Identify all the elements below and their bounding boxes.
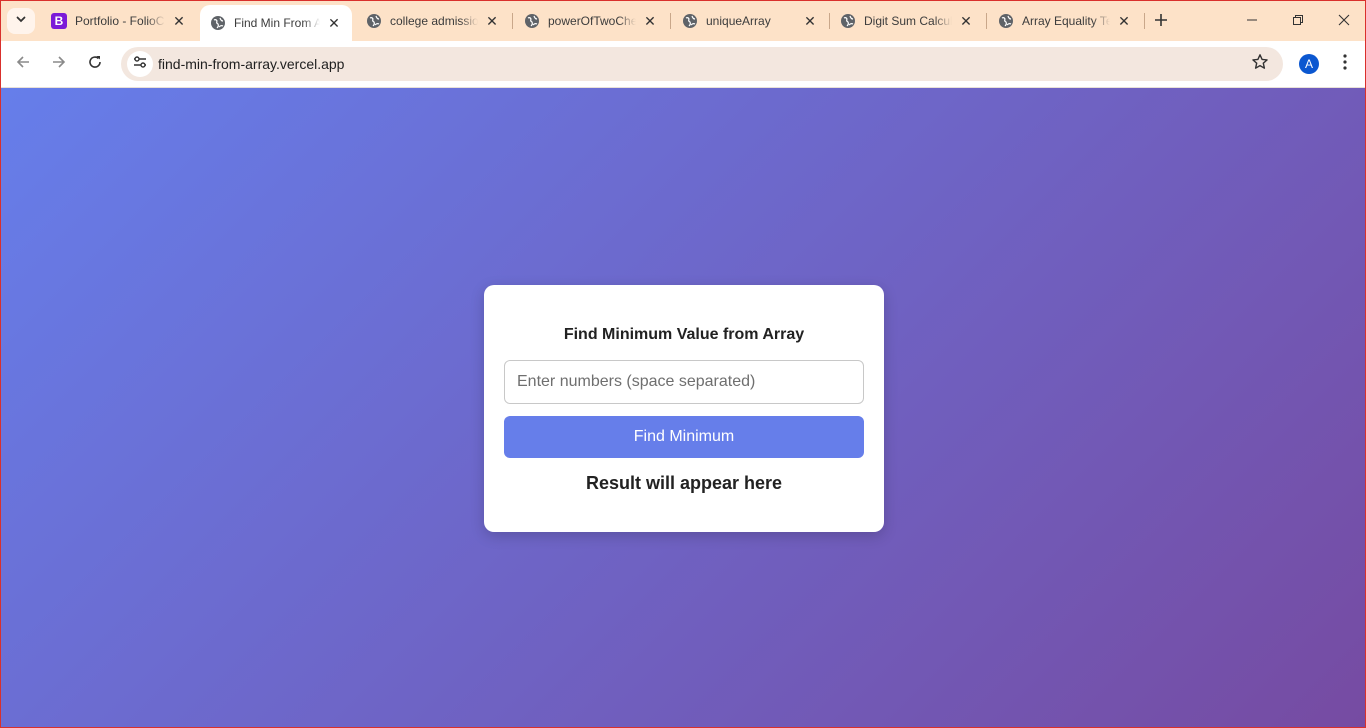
close-icon[interactable]: ✕ [642, 13, 658, 29]
browser-menu-button[interactable] [1333, 52, 1357, 76]
tab-unique-array[interactable]: uniqueArray ✕ [672, 7, 828, 35]
browser-window: B Portfolio - FolioC ✕ Find Min From Arr… [0, 0, 1366, 728]
tab-array-equality[interactable]: Array Equality Test ✕ [988, 7, 1142, 35]
tab-title: powerOfTwoChecker [548, 14, 636, 28]
window-close-button[interactable] [1321, 1, 1365, 41]
numbers-input[interactable] [504, 360, 864, 404]
tab-title: college admission [390, 14, 478, 28]
tab-title: Find Min From Array [234, 16, 320, 30]
minimize-icon [1246, 13, 1258, 29]
tab-search-button[interactable] [7, 8, 35, 34]
globe-icon [210, 15, 226, 31]
address-bar[interactable]: find-min-from-array.vercel.app [121, 47, 1283, 81]
close-icon[interactable]: ✕ [171, 13, 187, 29]
tab-find-min[interactable]: Find Min From Array ✕ [200, 5, 352, 41]
url-text: find-min-from-array.vercel.app [158, 56, 345, 72]
new-tab-button[interactable] [1149, 9, 1173, 33]
chevron-down-icon [15, 12, 27, 30]
globe-icon [682, 13, 698, 29]
min-finder-card: Find Minimum Value from Array Find Minim… [484, 285, 884, 532]
globe-icon [840, 13, 856, 29]
tab-title: Portfolio - FolioC [75, 14, 165, 28]
tab-power-of-two[interactable]: powerOfTwoChecker ✕ [514, 7, 668, 35]
close-icon[interactable]: ✕ [484, 13, 500, 29]
site-info-button[interactable] [127, 51, 153, 77]
plus-icon [1154, 10, 1168, 33]
tab-title: Digit Sum Calculator [864, 14, 952, 28]
close-icon[interactable]: ✕ [958, 13, 974, 29]
bookmark-star-button[interactable] [1251, 53, 1269, 76]
tab-separator [986, 13, 987, 29]
tune-icon [133, 55, 147, 74]
close-icon [1338, 13, 1350, 29]
arrow-right-icon [51, 54, 67, 75]
close-icon[interactable]: ✕ [802, 13, 818, 29]
tab-digit-sum[interactable]: Digit Sum Calculator ✕ [830, 7, 984, 35]
tab-separator [670, 13, 671, 29]
tab-strip: B Portfolio - FolioC ✕ Find Min From Arr… [1, 1, 1365, 41]
close-icon[interactable]: ✕ [1116, 13, 1132, 29]
find-minimum-button[interactable]: Find Minimum [504, 416, 864, 458]
bootstrap-b-icon: B [51, 13, 67, 29]
tab-portfolio[interactable]: B Portfolio - FolioC ✕ [41, 7, 197, 35]
globe-icon [998, 13, 1014, 29]
forward-button[interactable] [45, 50, 73, 78]
restore-icon [1292, 13, 1304, 29]
result-text: Result will appear here [585, 473, 783, 493]
arrow-left-icon [15, 54, 31, 75]
more-vertical-icon [1343, 53, 1347, 75]
tab-title: Array Equality Test [1022, 14, 1110, 28]
back-button[interactable] [9, 50, 37, 78]
profile-avatar[interactable]: A [1299, 54, 1319, 74]
tab-title: uniqueArray [706, 14, 771, 28]
reload-button[interactable] [81, 50, 109, 78]
minimize-button[interactable] [1229, 1, 1275, 41]
star-icon [1251, 53, 1269, 76]
tab-college-admission[interactable]: college admission ✕ [356, 7, 510, 35]
restore-button[interactable] [1275, 1, 1321, 41]
tab-separator [1144, 13, 1145, 29]
page-title: Find Minimum Value from Array [563, 326, 805, 343]
close-icon[interactable]: ✕ [326, 15, 342, 31]
globe-icon [366, 13, 382, 29]
globe-icon [524, 13, 540, 29]
browser-toolbar: find-min-from-array.vercel.app A [1, 41, 1365, 88]
reload-icon [87, 54, 103, 75]
tab-separator [512, 13, 513, 29]
page-background: Find Minimum Value from Array Find Minim… [1, 88, 1365, 727]
